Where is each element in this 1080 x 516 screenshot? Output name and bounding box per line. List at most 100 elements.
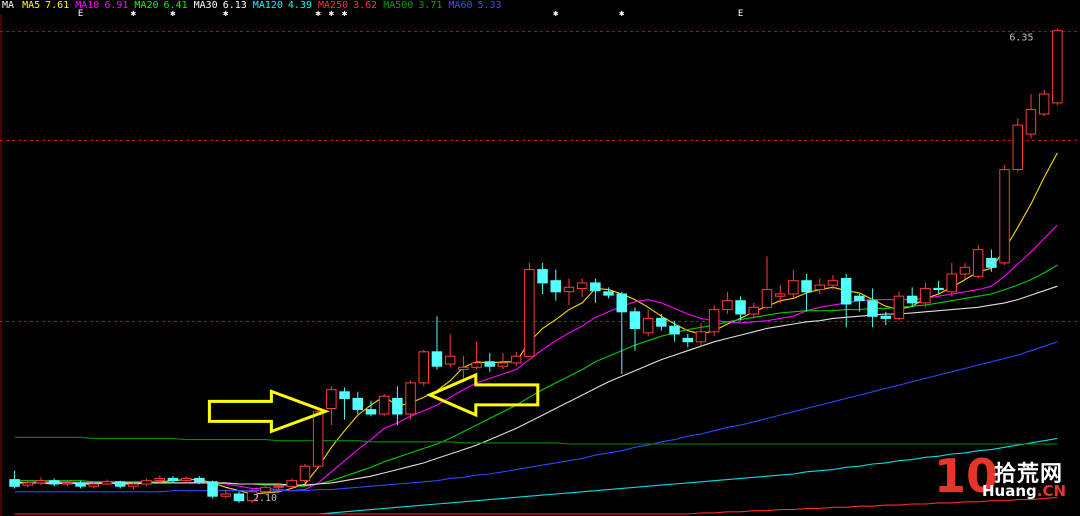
candle-59 — [788, 269, 799, 298]
candle-body — [946, 273, 957, 293]
candle-32 — [431, 316, 443, 370]
candle-17 — [233, 491, 245, 503]
candle-13 — [180, 476, 192, 482]
candle-body — [524, 269, 535, 357]
event-marker-3: ✱ — [223, 9, 229, 19]
candle-body — [458, 366, 469, 370]
candle-body — [128, 483, 139, 487]
candle-body — [22, 482, 33, 486]
candle-body — [392, 397, 403, 415]
ma-line-ma120 — [14, 437, 1058, 515]
candle-body — [590, 282, 601, 292]
candle-26 — [352, 391, 363, 414]
candle-body — [207, 481, 218, 497]
candle-body — [840, 277, 852, 305]
candle-body — [48, 480, 60, 485]
candle-body — [286, 480, 297, 487]
candle-body — [9, 479, 20, 487]
candle-54 — [722, 291, 733, 314]
candle-3 — [48, 478, 60, 487]
candle-body — [880, 315, 891, 319]
candle-30 — [405, 380, 416, 420]
candle-39 — [524, 262, 535, 357]
candle-body — [827, 280, 839, 286]
candle-body — [431, 351, 443, 367]
candle-body — [616, 293, 627, 313]
candle-34 — [458, 356, 469, 379]
candle-5 — [75, 480, 86, 489]
candle-12 — [167, 476, 179, 483]
high-price-label: 6.35 — [1009, 32, 1033, 43]
candle-body — [1052, 30, 1063, 104]
candle-31 — [418, 349, 429, 387]
event-marker-8: ✱ — [619, 9, 625, 19]
ma-line-ma60 — [14, 341, 1058, 493]
candle-body — [378, 395, 390, 415]
candle-body — [669, 325, 680, 335]
candle-56 — [748, 302, 759, 319]
candle-body — [972, 249, 984, 277]
candle-78 — [1038, 89, 1050, 117]
candle-body — [656, 317, 667, 327]
candle-body — [1025, 109, 1037, 135]
candle-body — [114, 481, 126, 487]
ma-line-ma10 — [14, 224, 1058, 492]
candle-37 — [497, 352, 509, 370]
candle-75 — [999, 165, 1010, 266]
moving-average-lines — [14, 152, 1058, 515]
candles — [9, 28, 1063, 503]
candle-body — [484, 361, 495, 367]
candle-body — [642, 317, 654, 334]
event-marker-1: ✱ — [131, 9, 137, 19]
candle-body — [405, 382, 416, 415]
candle-body — [299, 465, 311, 482]
candle-69 — [920, 282, 931, 308]
candle-body — [722, 300, 733, 311]
event-marker-9: E — [738, 9, 743, 19]
candle-body — [986, 257, 997, 268]
candle-body — [774, 293, 786, 297]
candle-body — [999, 169, 1010, 264]
candle-body — [154, 477, 165, 482]
candle-body — [141, 480, 152, 485]
site-watermark: 10 拾荒网 Huang.CN — [934, 452, 1074, 510]
candle-body — [920, 287, 931, 304]
candle-body — [801, 280, 812, 293]
candle-22 — [299, 464, 311, 483]
candle-body — [576, 282, 588, 289]
candle-body — [326, 389, 337, 410]
candle-57 — [761, 256, 773, 310]
candle-77 — [1025, 94, 1037, 139]
candle-body — [761, 289, 773, 308]
candle-body — [471, 362, 482, 368]
candle-2 — [35, 477, 47, 486]
watermark-domain-suffix: .CN — [1036, 482, 1067, 500]
candle-79 — [1052, 28, 1063, 106]
candle-28 — [378, 394, 390, 417]
candle-10 — [141, 478, 152, 487]
event-markers: E ✱ ✱ ✱ ✱ ✱ ✱ ✱ ✱ E — [78, 9, 743, 19]
candle-35 — [471, 341, 482, 370]
candle-body — [339, 391, 350, 399]
candle-body — [629, 311, 641, 329]
candle-body — [418, 351, 429, 384]
candle-body — [1012, 124, 1023, 170]
candle-body — [194, 477, 205, 483]
candle-60 — [801, 274, 812, 312]
candle-29 — [392, 386, 403, 426]
event-marker-4: ✱ — [315, 9, 321, 19]
candle-76 — [1012, 118, 1023, 172]
candle-63 — [840, 274, 852, 328]
candle-body — [260, 486, 271, 493]
candle-body — [365, 409, 377, 415]
candle-73 — [972, 245, 984, 279]
candle-67 — [893, 291, 905, 321]
candle-40 — [537, 262, 548, 294]
candle-body — [167, 477, 179, 482]
candle-body — [867, 300, 878, 317]
candle-body — [537, 269, 548, 284]
candle-36 — [484, 352, 495, 372]
candlestick-chart: E ✱ ✱ ✱ ✱ ✱ ✱ ✱ ✱ E 6.35 2.10 — [0, 9, 1080, 516]
candle-body — [88, 483, 99, 487]
candle-body — [933, 287, 944, 290]
